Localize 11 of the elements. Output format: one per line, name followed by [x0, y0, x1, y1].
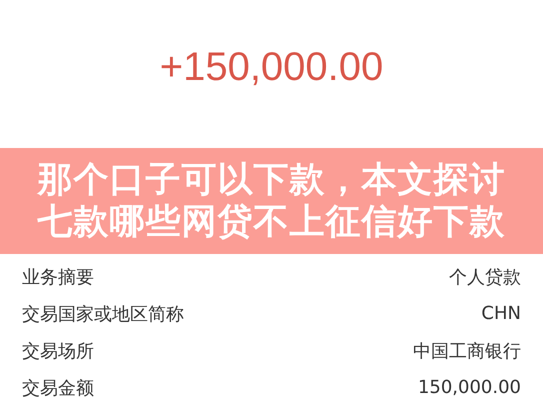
- row-value: CHN: [481, 303, 521, 324]
- row-label: 业务摘要: [22, 266, 94, 288]
- banner-title: 七款哪些网贷不上征信好下款: [38, 202, 506, 242]
- row-value: 中国工商银行: [413, 340, 521, 362]
- row-value: 个人贷款: [449, 266, 521, 288]
- banner-title: 那个口子可以下款，本文探讨: [38, 160, 506, 200]
- row-value: 150,000.00: [418, 377, 521, 398]
- amount-text: +150,000.00: [160, 44, 384, 90]
- row-label: 交易金额: [22, 376, 94, 400]
- row-label: 交易国家或地区简称: [22, 302, 184, 326]
- row-label: 交易场所: [22, 340, 94, 362]
